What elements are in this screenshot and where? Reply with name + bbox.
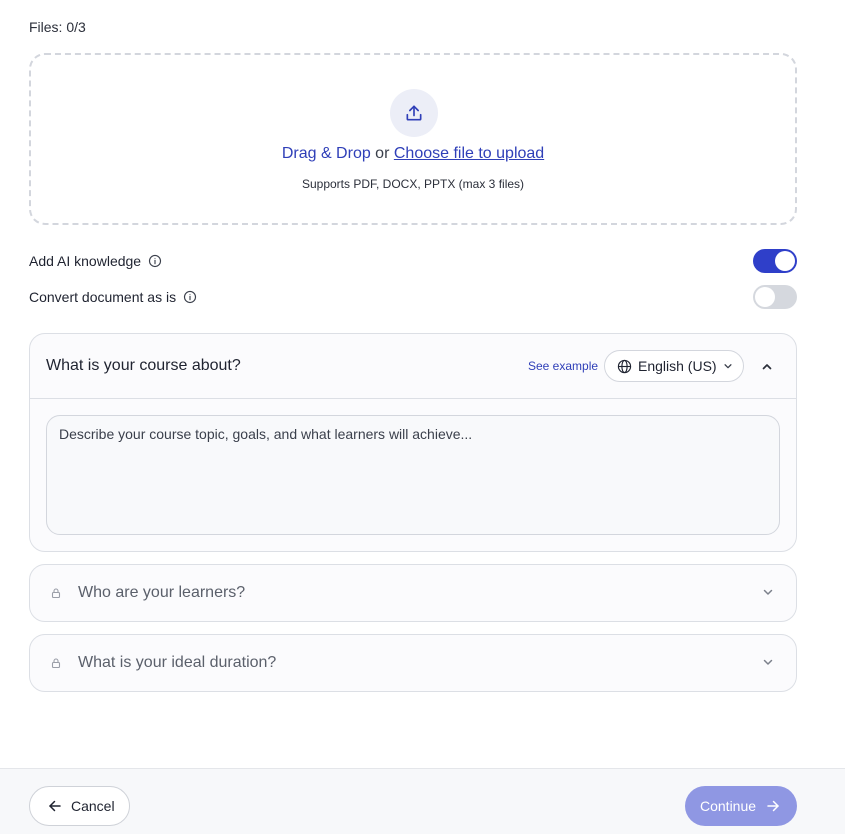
arrow-left-icon	[48, 799, 62, 813]
course-about-title: What is your course about?	[46, 357, 241, 374]
dropzone-instructions: Drag & Drop or Choose file to upload	[31, 145, 795, 163]
footer-bar: Cancel Continue	[0, 768, 845, 834]
duration-section[interactable]: What is your ideal duration?	[29, 634, 797, 692]
supported-formats: Supports PDF, DOCX, PPTX (max 3 files)	[301, 177, 525, 191]
cancel-label: Cancel	[71, 798, 115, 814]
chevron-down-icon	[762, 586, 774, 598]
duration-title: What is your ideal duration?	[78, 654, 277, 671]
arrow-right-icon	[766, 799, 780, 813]
drag-drop-text: Drag & Drop	[281, 145, 371, 162]
choose-file-link[interactable]: Choose file to upload	[394, 145, 544, 162]
language-label: English (US)	[638, 358, 717, 374]
info-icon[interactable]	[183, 290, 197, 304]
toggle-knob	[755, 287, 775, 307]
language-select[interactable]: English (US)	[604, 350, 744, 382]
see-example-link[interactable]: See example	[528, 359, 598, 373]
add-ai-knowledge-row: Add AI knowledge	[29, 249, 797, 273]
convert-document-label: Convert document as is	[29, 289, 177, 305]
continue-label: Continue	[700, 798, 757, 814]
convert-document-row: Convert document as is	[29, 285, 797, 309]
or-text: or	[370, 145, 394, 162]
course-about-section: What is your course about? See example E…	[29, 333, 797, 552]
upload-icon	[404, 103, 424, 123]
file-dropzone[interactable]: Drag & Drop or Choose file to upload Sup…	[29, 53, 797, 225]
convert-document-toggle[interactable]	[753, 285, 797, 309]
continue-button[interactable]: Continue	[685, 786, 797, 826]
upload-button[interactable]	[390, 89, 438, 137]
learners-title: Who are your learners?	[78, 584, 246, 601]
toggle-knob	[775, 251, 795, 271]
files-count: Files: 0/3	[29, 19, 86, 35]
chevron-down-icon	[762, 656, 774, 668]
add-ai-knowledge-label: Add AI knowledge	[29, 253, 142, 269]
learners-section[interactable]: Who are your learners?	[29, 564, 797, 622]
lock-icon	[50, 587, 62, 599]
chevron-down-icon	[723, 361, 733, 371]
chevron-up-icon	[761, 361, 773, 373]
course-about-header: What is your course about? See example E…	[30, 334, 796, 399]
add-ai-knowledge-toggle[interactable]	[753, 249, 797, 273]
lock-icon	[50, 657, 62, 669]
course-description-input[interactable]	[46, 415, 780, 535]
cancel-button[interactable]: Cancel	[29, 786, 130, 826]
globe-icon	[617, 359, 632, 374]
info-icon[interactable]	[148, 254, 162, 268]
collapse-button[interactable]	[758, 358, 776, 376]
